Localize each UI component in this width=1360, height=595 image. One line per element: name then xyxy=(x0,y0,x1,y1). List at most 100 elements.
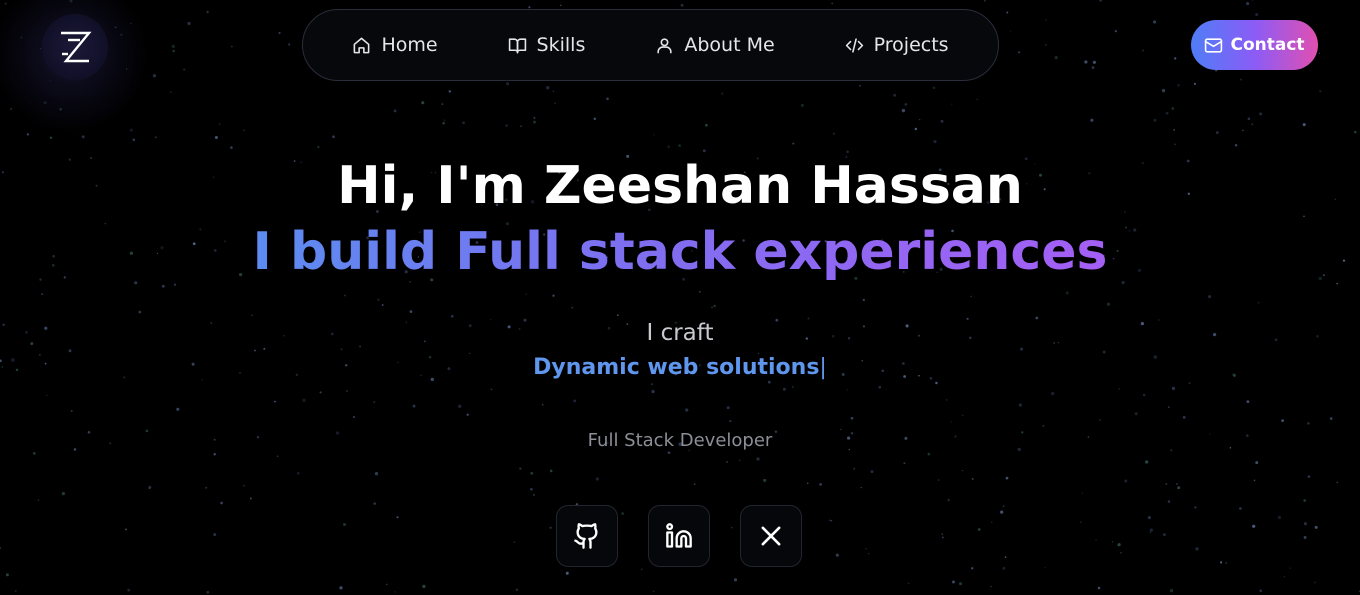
star-dot xyxy=(782,387,786,391)
star-dot xyxy=(533,120,536,124)
star-dot xyxy=(1002,505,1005,508)
star-dot xyxy=(1194,506,1197,509)
star-dot xyxy=(962,414,964,416)
star-dot xyxy=(846,389,848,391)
star-dot xyxy=(46,394,48,397)
linkedin-link[interactable] xyxy=(648,505,710,567)
star-dot xyxy=(278,31,281,35)
star-dot xyxy=(1251,123,1254,126)
star-dot xyxy=(1145,460,1149,464)
star-dot xyxy=(1153,118,1157,122)
star-dot xyxy=(176,407,180,411)
star-dot xyxy=(10,108,13,111)
star-dot xyxy=(640,568,643,571)
star-dot xyxy=(1009,30,1012,32)
star-dot xyxy=(831,2,834,5)
star-dot xyxy=(242,484,246,487)
star-dot xyxy=(933,140,937,144)
z-logo-icon xyxy=(61,31,92,63)
star-dot xyxy=(819,482,823,486)
star-dot xyxy=(951,580,956,584)
star-dot xyxy=(903,462,906,465)
star-dot xyxy=(519,467,522,470)
nav-item-label: Projects xyxy=(873,34,949,56)
star-dot xyxy=(560,4,562,7)
star-dot xyxy=(1319,90,1322,93)
star-dot xyxy=(901,108,906,113)
star-dot xyxy=(1045,19,1047,21)
star-dot xyxy=(161,284,165,288)
star-dot xyxy=(1318,52,1321,55)
star-dot xyxy=(443,119,446,121)
star-dot xyxy=(263,347,266,350)
star-dot xyxy=(904,103,908,106)
star-dot xyxy=(393,109,397,113)
star-dot xyxy=(800,103,804,107)
star-dot xyxy=(171,44,175,49)
star-dot xyxy=(33,452,36,455)
star-dot xyxy=(213,533,217,537)
star-dot xyxy=(533,494,535,496)
star-dot xyxy=(154,136,157,139)
star-dot xyxy=(832,132,836,136)
star-dot xyxy=(317,145,320,149)
star-dot xyxy=(148,485,152,489)
nav-item-home[interactable]: Home xyxy=(317,25,472,65)
contact-button[interactable]: Contact xyxy=(1191,20,1318,70)
star-dot xyxy=(506,82,510,86)
star-dot xyxy=(138,310,142,314)
nav-item-projects[interactable]: Projects xyxy=(810,25,984,65)
star-dot xyxy=(932,86,936,89)
star-dot xyxy=(705,123,708,127)
star-dot xyxy=(220,501,223,505)
star-dot xyxy=(1165,111,1169,115)
star-dot xyxy=(549,469,553,473)
star-dot xyxy=(1225,561,1228,564)
star-dot xyxy=(1134,412,1138,416)
nav-item-about-me[interactable]: About Me xyxy=(620,25,809,65)
star-dot xyxy=(4,2,7,5)
star-dot xyxy=(132,138,136,142)
nav-item-skills[interactable]: Skills xyxy=(473,25,621,65)
star-dot xyxy=(865,548,867,550)
star-dot xyxy=(927,452,931,456)
star-dot xyxy=(5,573,9,577)
star-dot xyxy=(971,477,974,480)
star-dot xyxy=(0,546,2,549)
star-dot xyxy=(1171,107,1175,110)
star-dot xyxy=(593,117,597,121)
github-link[interactable] xyxy=(556,505,618,567)
star-dot xyxy=(1006,11,1009,14)
user-icon xyxy=(657,37,672,53)
star-dot xyxy=(651,390,655,394)
star-dot xyxy=(37,499,40,501)
star-dot xyxy=(893,93,897,97)
star-dot xyxy=(448,90,452,93)
star-dot xyxy=(214,135,218,140)
star-dot xyxy=(1336,481,1339,484)
mail-icon xyxy=(1205,37,1223,53)
star-dot xyxy=(565,571,569,575)
logo[interactable] xyxy=(42,14,108,80)
star-dot xyxy=(1255,12,1259,17)
star-dot xyxy=(1277,515,1282,520)
star-dot xyxy=(595,477,599,481)
star-dot xyxy=(976,98,978,101)
star-dot xyxy=(1002,566,1006,570)
star-dot xyxy=(1091,66,1095,69)
x-link[interactable] xyxy=(740,505,802,567)
star-dot xyxy=(490,388,493,391)
star-dot xyxy=(288,43,291,46)
star-dot xyxy=(377,298,380,301)
star-dot xyxy=(853,467,856,470)
star-dot xyxy=(713,304,716,308)
star-dot xyxy=(738,459,741,462)
star-dot xyxy=(720,92,724,95)
star-dot xyxy=(941,536,944,539)
star-dot xyxy=(332,135,335,138)
star-dot xyxy=(1252,524,1256,528)
star-dot xyxy=(1219,561,1223,564)
star-dot xyxy=(850,416,854,420)
star-dot xyxy=(733,578,738,582)
star-dot xyxy=(919,118,921,121)
